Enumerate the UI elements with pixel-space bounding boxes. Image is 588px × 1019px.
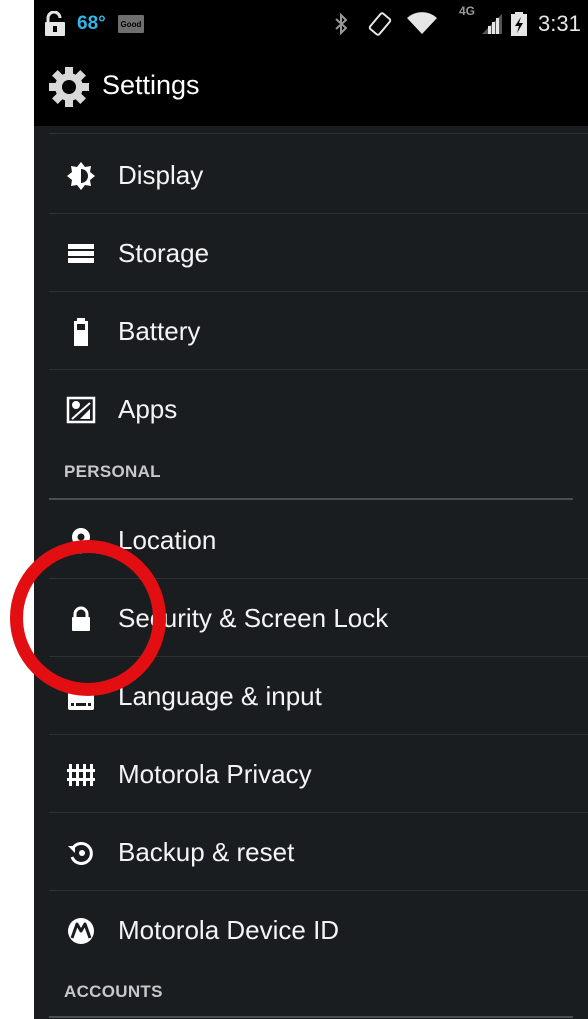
unlock-icon	[44, 0, 66, 48]
section-header-accounts: ACCOUNTS	[34, 970, 588, 1018]
divider	[49, 890, 588, 891]
settings-item-apps[interactable]: Apps	[34, 371, 588, 448]
settings-item-label: Battery	[118, 316, 201, 346]
settings-item-battery[interactable]: Battery	[34, 293, 588, 370]
settings-item-label: Language & input	[118, 681, 322, 711]
clock: 3:31	[538, 11, 581, 36]
weather-badge: Good	[118, 15, 144, 33]
apps-icon	[66, 395, 96, 425]
settings-item-label: Storage	[118, 238, 210, 268]
settings-screen: 68° Good 4G 3:31 Settings Display Storag…	[34, 0, 588, 1019]
settings-item-label: Apps	[118, 394, 178, 424]
bluetooth-icon	[334, 0, 348, 48]
display-icon	[66, 161, 96, 191]
settings-item-label: Backup & reset	[118, 837, 295, 867]
battery-status-icon	[510, 0, 528, 48]
settings-item-display[interactable]: Display	[34, 137, 588, 214]
divider	[49, 213, 588, 214]
section-title: PERSONAL	[64, 462, 161, 481]
status-bar: 68° Good 4G 3:31	[34, 0, 588, 48]
settings-item-label: Motorola Device ID	[118, 915, 340, 945]
section-divider	[49, 498, 573, 500]
rotation-icon	[367, 0, 393, 48]
settings-gear-icon[interactable]	[48, 66, 90, 108]
storage-icon	[66, 239, 96, 269]
highlight-circle	[10, 540, 166, 696]
settings-item-backup-reset[interactable]: Backup & reset	[34, 814, 588, 891]
section-header-personal: PERSONAL	[34, 450, 588, 500]
divider	[49, 734, 588, 735]
divider	[49, 133, 588, 134]
battery-icon	[66, 317, 96, 347]
settings-item-motorola-device-id[interactable]: Motorola Device ID	[34, 892, 588, 969]
settings-item-storage[interactable]: Storage	[34, 215, 588, 292]
network-type: 4G	[459, 4, 476, 18]
divider	[49, 291, 588, 292]
page-title: Settings	[102, 70, 200, 100]
action-bar: Settings	[34, 48, 588, 126]
settings-item-label: Display	[118, 160, 204, 190]
section-divider	[49, 1016, 573, 1018]
temperature: 68°	[77, 13, 106, 34]
privacy-icon	[66, 760, 96, 790]
section-title: ACCOUNTS	[64, 982, 163, 1001]
motorola-icon	[66, 916, 96, 946]
settings-item-label: Motorola Privacy	[118, 759, 312, 789]
backup-icon	[66, 838, 96, 868]
wifi-icon	[406, 0, 438, 48]
divider	[49, 812, 588, 813]
signal-icon	[480, 0, 504, 48]
settings-item-motorola-privacy[interactable]: Motorola Privacy	[34, 736, 588, 813]
divider	[49, 369, 588, 370]
